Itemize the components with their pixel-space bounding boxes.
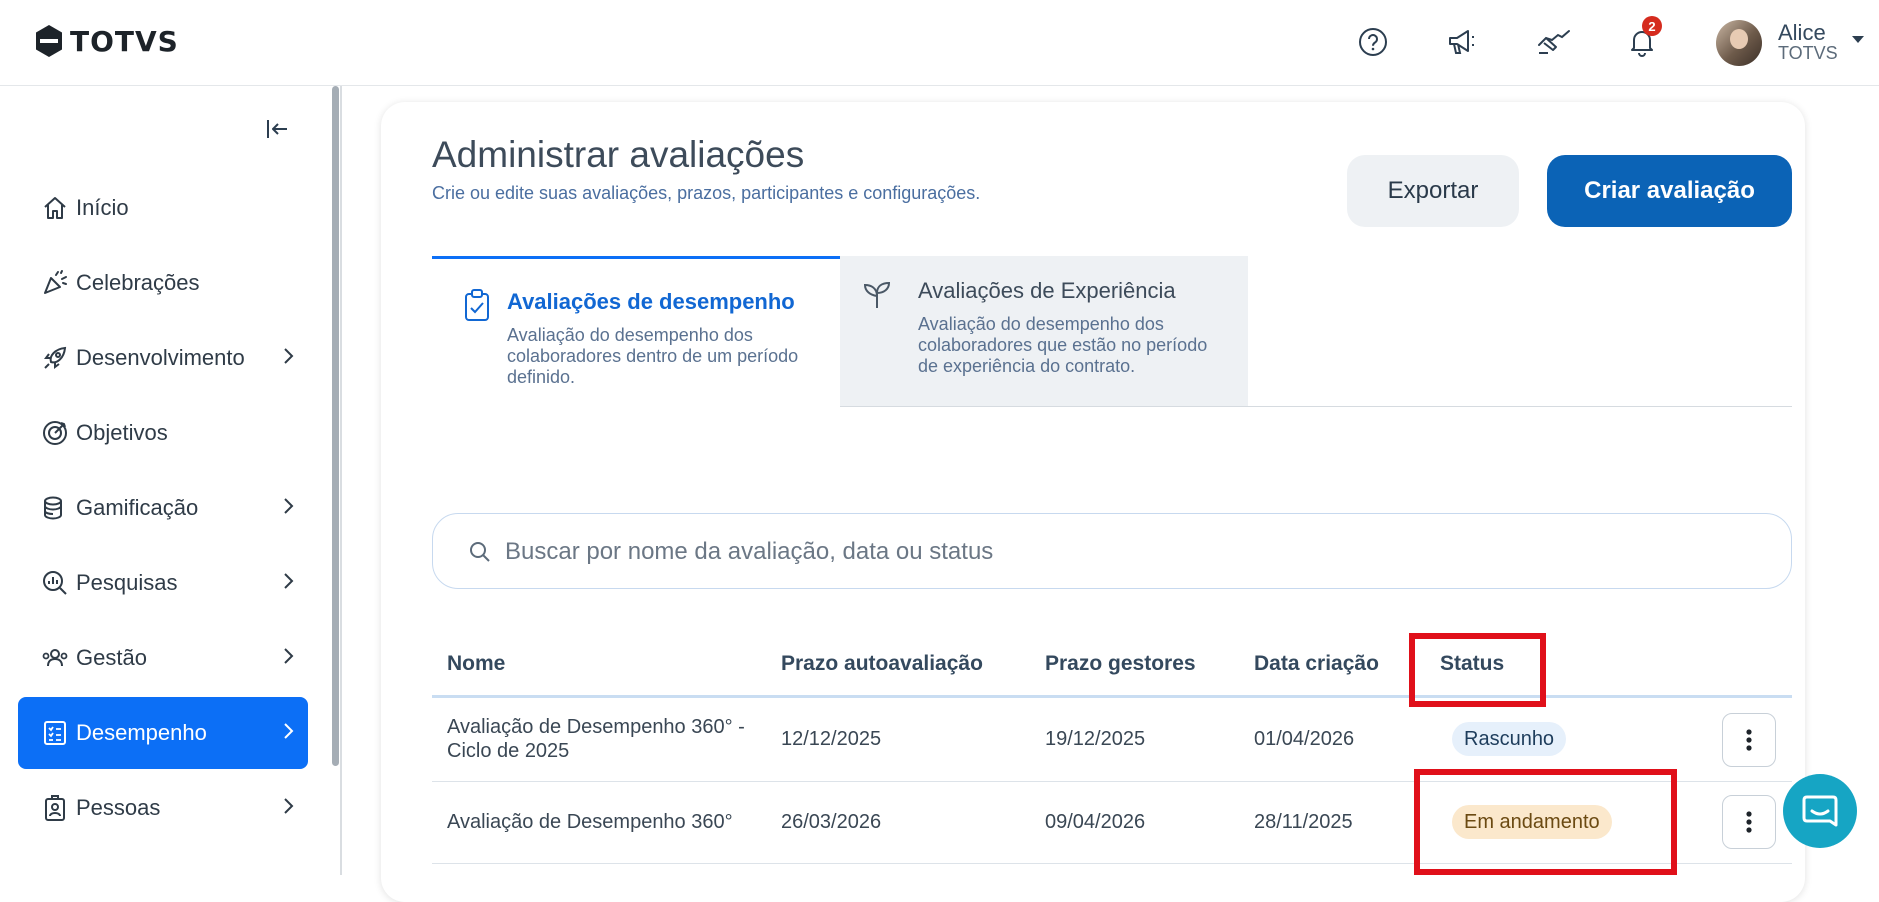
cell-manager-deadline: 09/04/2026	[1045, 811, 1146, 833]
sidebar-item-desenvolvimento[interactable]: Desenvolvimento	[18, 322, 308, 394]
megaphone-icon	[1449, 30, 1474, 54]
sidebar-item-gestao[interactable]: Gestão	[18, 622, 308, 694]
target-icon	[40, 418, 70, 448]
column-header-manager-deadline[interactable]: Prazo gestores	[1045, 652, 1196, 676]
cell-manager-deadline: 19/12/2025	[1045, 728, 1146, 750]
search-icon	[470, 542, 490, 562]
export-button[interactable]: Exportar	[1347, 155, 1519, 227]
cell-name: Avaliação de Desempenho 360°	[447, 811, 733, 833]
sidebar-item-objetivos[interactable]: Objetivos	[18, 397, 308, 469]
help-button[interactable]	[1353, 22, 1393, 62]
sidebar-item-label: Objetivos	[76, 420, 168, 445]
clipboard-check-icon	[465, 289, 489, 321]
totvs-logo-icon	[36, 25, 62, 57]
tab-experience-evaluations[interactable]: Avaliações de Experiência Avaliação do d…	[840, 256, 1248, 407]
row-actions-button[interactable]	[1722, 713, 1776, 767]
cell-name: Avaliação de Desempenho 360° - Ciclo de …	[447, 716, 745, 762]
avatar	[1716, 20, 1762, 66]
checklist-icon	[40, 718, 70, 748]
sprout-icon	[863, 281, 891, 308]
user-name: Alice	[1778, 20, 1826, 45]
chevron-right-icon	[284, 723, 294, 739]
tab-title: Avaliações de desempenho	[507, 289, 795, 314]
chevron-right-icon	[284, 573, 294, 589]
tabs-divider	[840, 406, 1792, 407]
status-cell-highlight	[1414, 769, 1677, 875]
row-actions-button[interactable]	[1722, 795, 1776, 849]
sidebar-item-label: Gestão	[76, 645, 147, 670]
sidebar-item-label: Pessoas	[76, 795, 161, 820]
tab-description: Avaliação do desempenho dos colaboradore…	[918, 314, 1208, 376]
user-menu[interactable]: Alice TOTVS	[1716, 20, 1864, 66]
more-vertical-icon	[1746, 811, 1752, 833]
sidebar-item-pesquisas[interactable]: Pesquisas	[18, 547, 308, 619]
caret-down-icon	[1852, 36, 1864, 43]
page-title: Administrar avaliações	[432, 134, 805, 175]
party-popper-icon	[40, 268, 70, 298]
cell-self-deadline: 26/03/2026	[781, 811, 882, 833]
sidebar-item-label: Início	[76, 195, 129, 220]
sidebar-scrollbar[interactable]	[332, 86, 339, 766]
handshake-icon	[1538, 30, 1570, 54]
cell-created: 01/04/2026	[1254, 728, 1355, 750]
chevron-right-icon	[284, 498, 294, 514]
tab-title: Avaliações de Experiência	[918, 278, 1176, 303]
sidebar-item-gamificacao[interactable]: Gamificação	[18, 472, 308, 544]
status-header-highlight	[1409, 633, 1546, 707]
search-box[interactable]	[432, 513, 1792, 589]
sidebar-item-label: Desenvolvimento	[76, 345, 245, 370]
totvs-logo[interactable]: TOTVS	[34, 24, 179, 58]
feedback-button[interactable]	[1534, 22, 1574, 62]
notification-count-badge: 2	[1642, 16, 1662, 36]
status-badge: Rascunho	[1452, 722, 1567, 756]
home-icon	[40, 193, 70, 223]
sidebar-item-label: Celebrações	[76, 270, 200, 295]
sidebar-item-label: Gamificação	[76, 495, 199, 520]
logo-text: TOTVS	[70, 24, 179, 58]
chevron-right-icon	[284, 648, 294, 664]
user-company: TOTVS	[1778, 43, 1838, 63]
tab-performance-evaluations[interactable]: Avaliações de desempenho Avaliação do de…	[432, 256, 840, 407]
cell-created: 28/11/2025	[1254, 811, 1353, 833]
table-header-divider	[432, 695, 1792, 698]
page-subtitle: Crie ou edite suas avaliações, prazos, p…	[432, 183, 981, 203]
rocket-icon	[40, 343, 70, 373]
chat-support-button[interactable]	[1783, 774, 1857, 848]
notifications-button[interactable]: 2	[1622, 16, 1662, 62]
help-icon	[1359, 28, 1387, 56]
more-vertical-icon	[1746, 729, 1752, 751]
sidebar-item-label: Pesquisas	[76, 570, 178, 595]
tab-description: Avaliação do desempenho dos colaboradore…	[507, 325, 799, 387]
chevron-right-icon	[284, 798, 294, 814]
sidebar-item-celebracoes[interactable]: Celebrações	[18, 247, 308, 319]
column-header-self-deadline[interactable]: Prazo autoavaliação	[781, 652, 983, 676]
column-header-name[interactable]: Nome	[447, 652, 505, 676]
sidebar-item-pessoas[interactable]: Pessoas	[18, 772, 308, 844]
cell-self-deadline: 12/12/2025	[781, 728, 882, 750]
sidebar-item-label: Desempenho	[76, 720, 207, 745]
column-header-created[interactable]: Data criação	[1254, 652, 1379, 676]
badge-icon	[40, 793, 70, 823]
chat-icon	[1802, 795, 1838, 827]
coins-icon	[40, 493, 70, 523]
sidebar-item-desempenho[interactable]: Desempenho	[18, 697, 308, 769]
sidebar-item-inicio[interactable]: Início	[18, 172, 308, 244]
create-evaluation-button[interactable]: Criar avaliação	[1547, 155, 1792, 227]
collapse-sidebar-icon[interactable]	[265, 116, 291, 142]
search-input[interactable]	[505, 532, 1705, 572]
chart-search-icon	[40, 568, 70, 598]
chevron-right-icon	[284, 348, 294, 364]
users-icon	[40, 643, 70, 673]
top-bar: TOTVS 2 Alice TOTVS	[0, 0, 1879, 86]
announcements-button[interactable]	[1442, 22, 1482, 62]
